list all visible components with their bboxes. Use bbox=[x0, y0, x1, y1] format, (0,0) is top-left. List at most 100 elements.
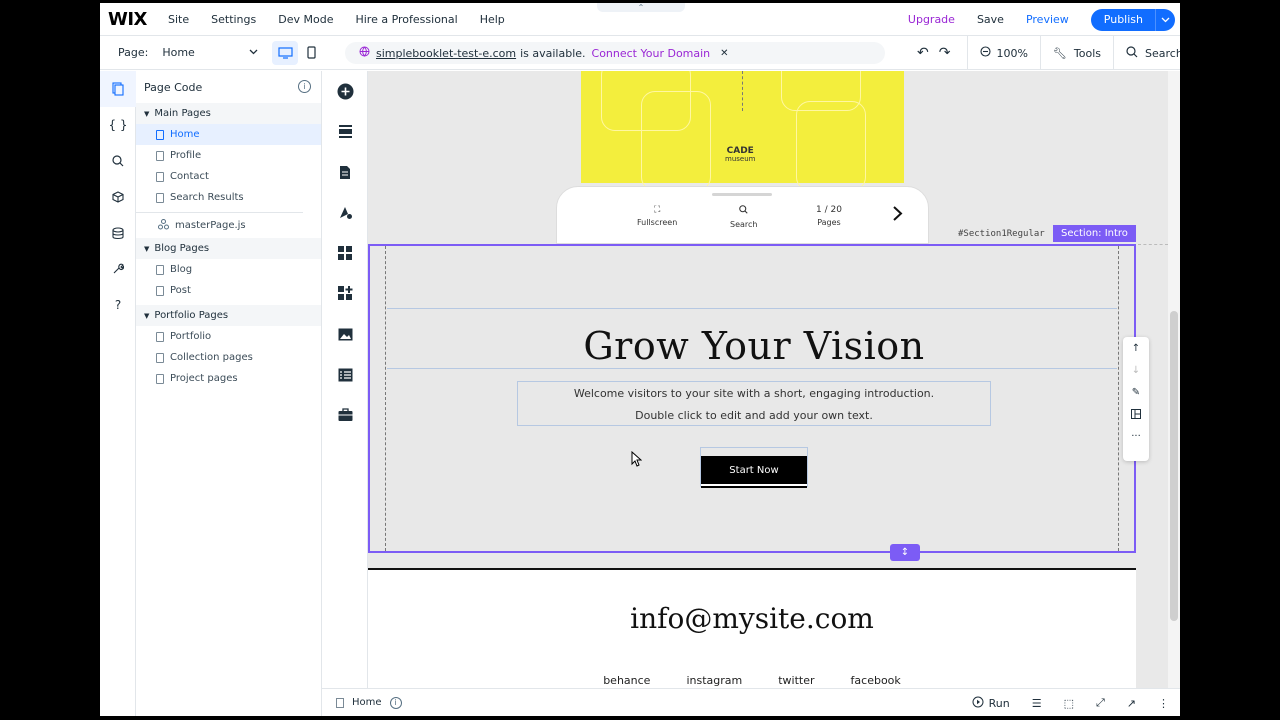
social-behance[interactable]: behance bbox=[603, 674, 650, 687]
start-now-button[interactable]: Start Now bbox=[701, 456, 807, 486]
business-icon[interactable] bbox=[322, 395, 368, 436]
menu-site[interactable]: Site bbox=[168, 13, 189, 26]
run-label: Run bbox=[988, 696, 1010, 710]
chevron-down-icon[interactable] bbox=[1155, 8, 1175, 31]
panel-header: Page Code i bbox=[136, 71, 321, 103]
wrench-icon[interactable] bbox=[100, 251, 136, 287]
editor-toolbar: Page: Home simplebooklet-test-e.com is a… bbox=[100, 36, 1180, 70]
page-item-profile[interactable]: Profile bbox=[136, 145, 321, 166]
menu-hire-professional[interactable]: Hire a Professional bbox=[355, 13, 457, 26]
select-tool-icon[interactable]: ⬚ bbox=[1053, 697, 1085, 710]
wix-logo[interactable]: WIX bbox=[108, 9, 168, 30]
page-doc-icon bbox=[156, 192, 164, 203]
search-button[interactable]: Search bbox=[1114, 45, 1180, 61]
close-icon[interactable]: ✕ bbox=[720, 48, 728, 59]
upgrade-link[interactable]: Upgrade bbox=[908, 13, 955, 26]
intro-text[interactable]: Welcome visitors to your site with a sho… bbox=[517, 381, 991, 426]
page-item-project-pages[interactable]: Project pages bbox=[136, 368, 321, 389]
pencil-icon[interactable]: ✎ bbox=[1123, 381, 1149, 403]
save-button[interactable]: Save bbox=[977, 13, 1004, 26]
drag-handle[interactable] bbox=[712, 193, 772, 196]
mobile-icon[interactable] bbox=[298, 41, 324, 65]
footer-section[interactable]: info@mysite.com behance instagram twitte… bbox=[368, 568, 1136, 688]
social-instagram[interactable]: instagram bbox=[686, 674, 742, 687]
layout-icon[interactable] bbox=[1123, 403, 1149, 425]
menu-dev-mode[interactable]: Dev Mode bbox=[278, 13, 333, 26]
arrow-up-icon[interactable]: ↑ bbox=[1123, 337, 1149, 359]
page-icon[interactable] bbox=[322, 152, 368, 193]
page-doc-icon bbox=[156, 129, 164, 140]
button-frame: Start Now bbox=[700, 447, 808, 487]
menu-help[interactable]: Help bbox=[480, 13, 505, 26]
info-icon[interactable]: i bbox=[298, 80, 311, 93]
more-icon[interactable]: ··· bbox=[1123, 425, 1149, 447]
more-vertical-icon[interactable]: ⋮ bbox=[1147, 697, 1180, 710]
cms-icon[interactable] bbox=[322, 355, 368, 396]
intro-line-1: Welcome visitors to your site with a sho… bbox=[573, 387, 935, 400]
page-selector[interactable]: Page: Home bbox=[118, 46, 258, 59]
editor-canvas[interactable]: CADE museum ⛶ Fullscreen Search 1 / 20 P… bbox=[368, 71, 1168, 688]
social-facebook[interactable]: facebook bbox=[851, 674, 901, 687]
page-item-contact[interactable]: Contact bbox=[136, 166, 321, 187]
add-apps-icon[interactable] bbox=[322, 274, 368, 315]
expand-icon[interactable]: ⤢ bbox=[1085, 696, 1116, 710]
desktop-icon[interactable] bbox=[272, 40, 298, 65]
external-link-icon[interactable]: ↗ bbox=[1116, 697, 1147, 710]
wrench-icon: 🔧︎ bbox=[1052, 46, 1067, 60]
pages-button[interactable]: 1 / 20 Pages bbox=[816, 205, 842, 227]
group-blog-pages[interactable]: ▼ Blog Pages bbox=[136, 238, 321, 259]
page-item-search-results[interactable]: Search Results bbox=[136, 187, 321, 208]
zoom-button[interactable]: 100% bbox=[968, 46, 1039, 60]
info-icon[interactable]: i bbox=[389, 696, 402, 709]
code-braces-icon[interactable]: { } bbox=[100, 107, 136, 143]
resize-handle-icon[interactable]: ↕ bbox=[890, 544, 920, 561]
page-item-blog[interactable]: Blog bbox=[136, 259, 321, 280]
add-icon[interactable] bbox=[322, 71, 368, 112]
database-icon[interactable] bbox=[100, 215, 136, 251]
menu-settings[interactable]: Settings bbox=[211, 13, 256, 26]
design-icon[interactable] bbox=[322, 193, 368, 234]
help-icon[interactable]: ? bbox=[100, 287, 136, 323]
arrow-down-icon[interactable]: ↓ bbox=[1123, 359, 1149, 381]
booklet-cover[interactable]: CADE museum bbox=[581, 71, 904, 191]
search-icon[interactable] bbox=[100, 143, 136, 179]
chevron-right-icon[interactable] bbox=[892, 205, 903, 227]
booklet-brand-sub: museum bbox=[725, 155, 756, 163]
tools-label: Tools bbox=[1073, 46, 1101, 60]
contact-email[interactable]: info@mysite.com bbox=[368, 602, 1136, 635]
page-item-label: Portfolio bbox=[170, 331, 212, 342]
fullscreen-button[interactable]: ⛶ Fullscreen bbox=[637, 205, 677, 227]
group-portfolio-pages[interactable]: ▼ Portfolio Pages bbox=[136, 305, 321, 326]
pages-icon[interactable] bbox=[100, 71, 136, 107]
run-button[interactable]: Run bbox=[961, 696, 1021, 711]
package-icon[interactable] bbox=[100, 179, 136, 215]
apps-icon[interactable] bbox=[322, 233, 368, 274]
hero-title[interactable]: Grow Your Vision bbox=[370, 324, 1138, 368]
scrollbar-thumb[interactable] bbox=[1170, 311, 1178, 621]
connect-domain-link[interactable]: Connect Your Domain bbox=[592, 47, 711, 60]
publish-button[interactable]: Publish bbox=[1090, 8, 1175, 31]
section-tag[interactable]: Section: Intro bbox=[1053, 225, 1136, 242]
intro-section[interactable]: Grow Your Vision Welcome visitors to you… bbox=[368, 244, 1136, 553]
booklet-search-button[interactable]: Search bbox=[730, 205, 757, 229]
master-page-item[interactable]: masterPage.js bbox=[136, 212, 303, 238]
preview-button[interactable]: Preview bbox=[1026, 13, 1069, 26]
group-label: Portfolio Pages bbox=[154, 310, 229, 321]
redo-icon[interactable]: ↷ bbox=[939, 45, 951, 61]
tools-button[interactable]: 🔧︎ Tools bbox=[1041, 47, 1113, 60]
current-page-tab[interactable]: Home i bbox=[336, 696, 402, 709]
sections-icon[interactable] bbox=[322, 112, 368, 153]
page-item-collection-pages[interactable]: Collection pages bbox=[136, 347, 321, 368]
properties-icon[interactable]: ☰ bbox=[1021, 697, 1053, 710]
social-twitter[interactable]: twitter bbox=[778, 674, 814, 687]
canvas-scrollbar[interactable] bbox=[1168, 71, 1180, 688]
media-icon[interactable] bbox=[322, 314, 368, 355]
page-item-home[interactable]: Home bbox=[136, 124, 321, 145]
domain-suffix: is available. bbox=[520, 46, 586, 60]
domain-link[interactable]: simplebooklet-test-e.com bbox=[376, 47, 516, 60]
page-item-post[interactable]: Post bbox=[136, 280, 321, 301]
group-main-pages[interactable]: ▼ Main Pages bbox=[136, 103, 321, 124]
page-item-portfolio[interactable]: Portfolio bbox=[136, 326, 321, 347]
collapse-topbar-button[interactable]: ⌃ bbox=[597, 3, 685, 12]
undo-icon[interactable]: ↶ bbox=[917, 45, 929, 61]
